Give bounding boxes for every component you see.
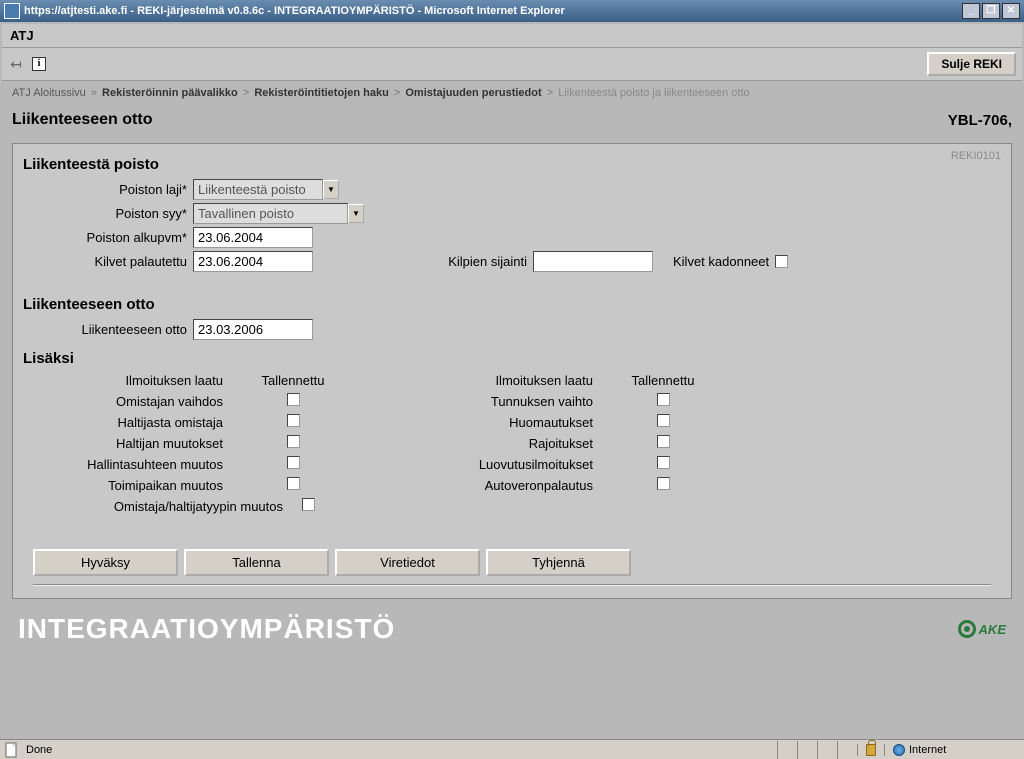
extras-item-label: Omistajan vaihdos — [23, 394, 253, 409]
plates-returned-input[interactable] — [193, 251, 313, 272]
app-name: ATJ — [10, 28, 34, 43]
environment-label: INTEGRAATIOYMPÄRISTÖ — [18, 613, 958, 645]
minimize-button[interactable]: _ — [962, 3, 980, 19]
extras-item-label: Tunnuksen vaihto — [393, 394, 623, 409]
holder-changes-checkbox[interactable] — [287, 435, 300, 448]
panel-code: REKI0101 — [951, 150, 1001, 162]
extras-item-label: Hallintasuhteen muutos — [23, 457, 253, 472]
save-button[interactable]: Tallenna — [184, 549, 329, 576]
clear-button[interactable]: Tyhjennä — [486, 549, 631, 576]
window-controls: _ ❐ ✕ — [962, 3, 1020, 19]
menubar: ATJ — [2, 24, 1022, 48]
plates-location-input[interactable] — [533, 251, 653, 272]
removal-reason-select[interactable] — [193, 203, 348, 224]
window-titlebar: https://atjtesti.ake.fi - REKI-järjestel… — [0, 0, 1024, 22]
extras-col-quality: Ilmoituksen laatu — [393, 373, 623, 388]
site-change-checkbox[interactable] — [287, 477, 300, 490]
extras-col-saved: Tallennettu — [623, 373, 703, 388]
breadcrumb-item[interactable]: Rekisteröintitietojen haku — [254, 87, 388, 99]
extras-col-quality: Ilmoituksen laatu — [23, 373, 253, 388]
page-heading: Liikenteeseen otto YBL-706, — [2, 105, 1022, 139]
breadcrumb-item-current: Liikenteestä poisto ja liikenteeseen ott… — [558, 87, 749, 99]
approve-button[interactable]: Hyväksy — [33, 549, 178, 576]
info-icon[interactable]: i — [32, 57, 46, 71]
footer: INTEGRAATIOYMPÄRISTÖ AKE — [2, 599, 1022, 653]
removal-reason-label: Poiston syy* — [23, 206, 193, 221]
lock-icon — [866, 744, 876, 756]
removal-type-label: Poiston laji* — [23, 182, 193, 197]
plate-number: YBL-706, — [948, 112, 1012, 129]
window-title: https://atjtesti.ake.fi - REKI-järjestel… — [24, 5, 962, 17]
transfer-notices-checkbox[interactable] — [657, 456, 670, 469]
chevron-down-icon[interactable]: ▼ — [323, 180, 339, 199]
restore-button[interactable]: ❐ — [982, 3, 1000, 19]
ie-icon — [4, 3, 20, 19]
close-button[interactable]: ✕ — [1002, 3, 1020, 19]
owner-holder-type-checkbox[interactable] — [302, 498, 315, 511]
statusbar: Done Internet — [0, 739, 1024, 759]
breadcrumb-item[interactable]: Omistajuuden perustiedot — [405, 87, 541, 99]
logo-ring-icon — [958, 620, 976, 638]
breadcrumb-item[interactable]: Rekisteröinnin päävalikko — [102, 87, 238, 99]
extras-item-label: Haltijan muutokset — [23, 436, 253, 451]
extras-right-column: Ilmoituksen laatu Tallennettu Tunnuksen … — [393, 373, 703, 519]
globe-icon — [893, 744, 905, 756]
removal-start-label: Poiston alkupvm* — [23, 230, 193, 245]
extras-col-saved: Tallennettu — [253, 373, 333, 388]
plates-lost-label: Kilvet kadonneet — [673, 254, 769, 269]
security-zone: Internet — [909, 744, 946, 756]
breadcrumb-item[interactable]: ATJ Aloitussivu — [12, 87, 86, 99]
remarks-checkbox[interactable] — [657, 414, 670, 427]
status-text: Done — [24, 744, 777, 756]
details-button[interactable]: Viretiedot — [335, 549, 480, 576]
section-extras-title: Lisäksi — [23, 350, 1001, 367]
extras-item-label: Omistaja/haltijatyypin muutos — [23, 499, 283, 514]
intake-date-label: Liikenteeseen otto — [23, 322, 193, 337]
plates-returned-label: Kilvet palautettu — [23, 254, 193, 269]
extras-left-column: Ilmoituksen laatu Tallennettu Omistajan … — [23, 373, 333, 519]
intake-date-input[interactable] — [193, 319, 313, 340]
holder-to-owner-checkbox[interactable] — [287, 414, 300, 427]
page-icon — [4, 742, 20, 758]
ake-logo: AKE — [958, 620, 1006, 638]
extras-item-label: Autoveronpalautus — [393, 478, 623, 493]
breadcrumb: ATJ Aloitussivu » Rekisteröinnin päävali… — [2, 81, 1022, 105]
section-intake-title: Liikenteeseen otto — [23, 296, 1001, 313]
id-change-checkbox[interactable] — [657, 393, 670, 406]
extras-item-label: Toimipaikan muutos — [23, 478, 253, 493]
plates-location-label: Kilpien sijainti — [423, 254, 533, 269]
chevron-down-icon[interactable]: ▼ — [348, 204, 364, 223]
section-removal-title: Liikenteestä poisto — [23, 156, 1001, 173]
plates-lost-checkbox[interactable] — [775, 255, 788, 268]
owner-change-checkbox[interactable] — [287, 393, 300, 406]
page-title: Liikenteeseen otto — [12, 111, 948, 129]
toolbar: ↤ i Sulje REKI — [2, 48, 1022, 81]
back-icon[interactable]: ↤ — [8, 56, 24, 72]
close-reki-button[interactable]: Sulje REKI — [927, 52, 1016, 76]
extras-item-label: Luovutusilmoitukset — [393, 457, 623, 472]
removal-start-input[interactable] — [193, 227, 313, 248]
removal-type-select[interactable] — [193, 179, 323, 200]
button-bar: Hyväksy Tallenna Viretiedot Tyhjennä — [23, 549, 1001, 576]
extras-item-label: Huomautukset — [393, 415, 623, 430]
content-panel: REKI0101 Liikenteestä poisto Poiston laj… — [12, 143, 1012, 599]
extras-item-label: Haltijasta omistaja — [23, 415, 253, 430]
restrictions-checkbox[interactable] — [657, 435, 670, 448]
control-change-checkbox[interactable] — [287, 456, 300, 469]
extras-item-label: Rajoitukset — [393, 436, 623, 451]
cartax-refund-checkbox[interactable] — [657, 477, 670, 490]
